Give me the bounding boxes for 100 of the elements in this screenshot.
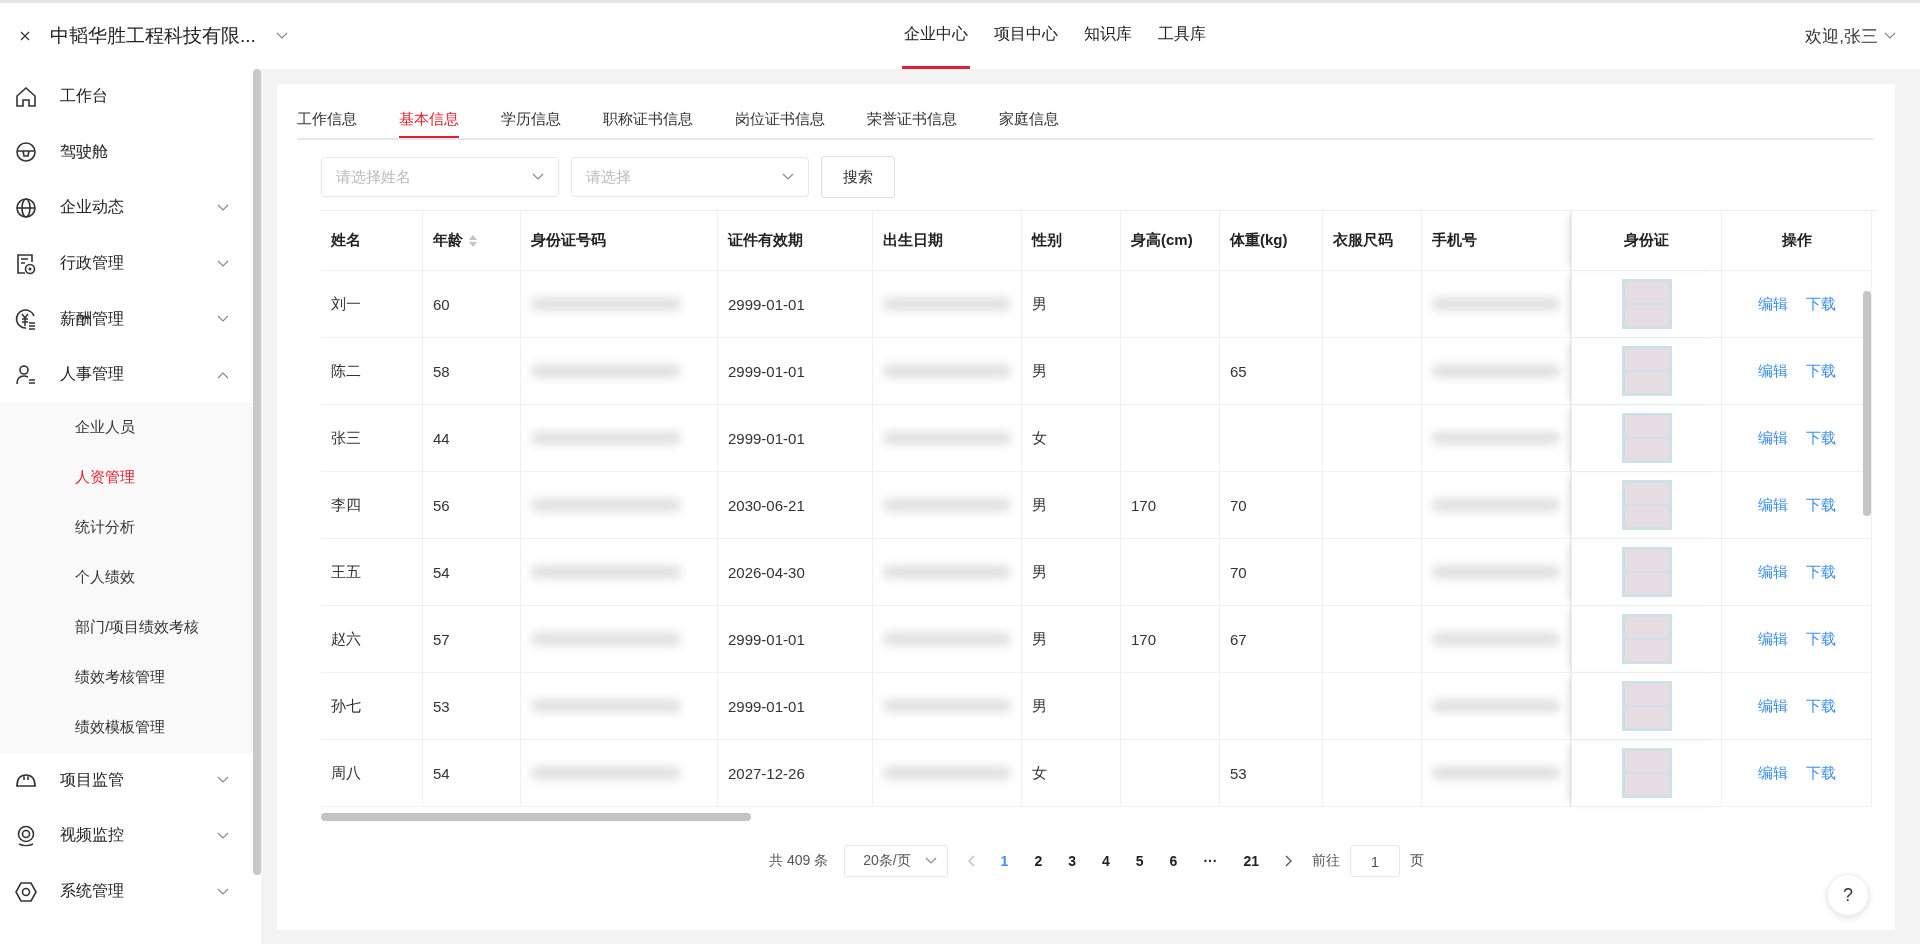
submenu-item[interactable]: 个人绩效 [0,552,253,603]
page-button[interactable]: 4 [1097,853,1115,869]
table-cell: 赵六 [321,606,423,673]
column-header: 证件有效期 [718,211,873,271]
total-count: 共 409 条 [769,852,829,870]
nav-tab[interactable]: 知识库 [1082,3,1134,69]
page-size-select[interactable]: 20条/页 [844,845,948,877]
submenu-item[interactable]: 统计分析 [0,502,253,553]
tab[interactable]: 基本信息 [399,102,459,138]
column-header: 手机号 [1422,211,1571,271]
page-button[interactable]: 21 [1238,853,1264,869]
help-button[interactable]: ? [1827,874,1869,916]
table-cell: 70 [1220,539,1323,606]
sidebar-item[interactable]: 企业动态 [0,180,253,236]
id-card-photo-placeholder[interactable] [1621,681,1672,731]
sort-icon[interactable] [469,234,477,247]
table-cell: 男 [1022,606,1121,673]
home-icon [14,84,38,109]
table-cell: 65 [1220,338,1323,405]
id-card-photo-placeholder[interactable] [1621,547,1672,597]
table-cell: 56 [423,472,521,539]
table-cell: 女 [1022,405,1121,472]
column-header: 体重(kg) [1220,211,1323,271]
previous-page-icon[interactable] [967,855,976,867]
column-header: 身份证 [1571,211,1722,271]
tab[interactable]: 职称证书信息 [603,102,693,138]
table-cell: 53 [423,673,521,740]
tab[interactable]: 岗位证书信息 [735,102,825,138]
tab[interactable]: 学历信息 [501,102,561,138]
page-input[interactable]: 1 [1349,845,1400,877]
chevron-up-icon [217,370,229,379]
chevron-down-icon [275,32,288,40]
sidebar-item[interactable]: 行政管理 [0,235,253,292]
chevron-down-icon [924,857,937,865]
submenu-item[interactable]: 人资管理 [0,452,253,503]
sidebar-item[interactable]: 视频监控 [0,808,253,864]
submenu-item[interactable]: 部门/项目绩效考核 [0,602,253,653]
table-cell: 男 [1022,271,1121,338]
nav-tab[interactable]: 项目中心 [992,3,1060,69]
table-cell: 170 [1121,472,1220,539]
sidebar-item[interactable]: 驾驶舱 [0,124,253,181]
table-cell: 王五 [321,539,423,606]
scrollbar[interactable] [321,813,751,821]
table-cell: 2999-01-01 [718,271,873,338]
chevron-down-icon [217,831,229,840]
page-unit: 页 [1409,852,1424,870]
nav-tab[interactable]: 工具库 [1156,3,1208,69]
person-list-icon [14,362,38,387]
table-cell: 女 [1022,740,1121,807]
hexagon-nut-icon [14,879,38,904]
column-header: 出生日期 [873,211,1022,271]
submenu-item[interactable]: 企业人员 [0,402,253,453]
table-cell: 周八 [321,740,423,807]
nav-tab[interactable]: 企业中心 [902,3,970,69]
chevron-down-icon [532,173,544,181]
tab[interactable]: 家庭信息 [999,102,1059,138]
tab[interactable]: 荣誉证书信息 [867,102,957,138]
table-cell: 170 [1121,606,1220,673]
chevron-down-icon [1884,32,1896,40]
chevron-down-icon [217,315,229,324]
table-cell: 男 [1022,338,1121,405]
table-cell: 57 [423,606,521,673]
user-greeting[interactable]: 欢迎,张三 [1805,24,1878,48]
scrollbar[interactable] [253,69,261,875]
page-button[interactable]: ··· [1198,853,1223,869]
tab[interactable]: 工作信息 [297,102,357,138]
id-card-photo-placeholder[interactable] [1621,279,1672,329]
page-button[interactable]: 6 [1164,853,1183,869]
company-name[interactable]: 中韬华胜工程科技有限... [50,23,256,49]
column-header: 身份证号码 [521,211,718,271]
submenu-item[interactable]: 绩效模板管理 [0,702,253,753]
column-header: 身高(cm) [1121,211,1220,271]
id-card-photo-placeholder[interactable] [1621,614,1672,664]
column-header[interactable]: 年龄 [423,211,521,271]
id-card-photo-placeholder[interactable] [1621,346,1672,396]
sidebar-item[interactable]: 薪酬管理 [0,291,253,347]
submenu-item[interactable]: 绩效考核管理 [0,652,253,703]
table-cell: 70 [1220,472,1323,539]
search-button[interactable]: 搜索 [821,156,895,198]
table-cell: 54 [423,539,521,606]
table-cell: 男 [1022,673,1121,740]
page-button[interactable]: 5 [1130,853,1149,869]
table-cell: 2999-01-01 [718,338,873,405]
table-cell: 李四 [321,472,423,539]
next-page-icon[interactable] [1283,855,1292,867]
table-cell: 53 [1220,740,1323,807]
sidebar-item[interactable]: 项目监管 [0,752,253,809]
id-card-photo-placeholder[interactable] [1621,480,1672,530]
id-card-photo-placeholder[interactable] [1621,413,1672,463]
sidebar-item[interactable]: 工作台 [0,69,253,125]
close-icon[interactable] [20,31,30,41]
page-button[interactable]: 2 [1029,853,1048,869]
table-cell: 2027-12-26 [718,740,873,807]
sidebar-item[interactable]: 系统管理 [0,863,253,920]
table-cell: 2999-01-01 [718,405,873,472]
yen-coin-icon [14,307,38,332]
id-card-photo-placeholder[interactable] [1621,748,1672,798]
scrollbar[interactable] [1863,291,1871,516]
page-button[interactable]: 3 [1063,853,1081,869]
sidebar-item[interactable]: 人事管理 [0,346,253,403]
